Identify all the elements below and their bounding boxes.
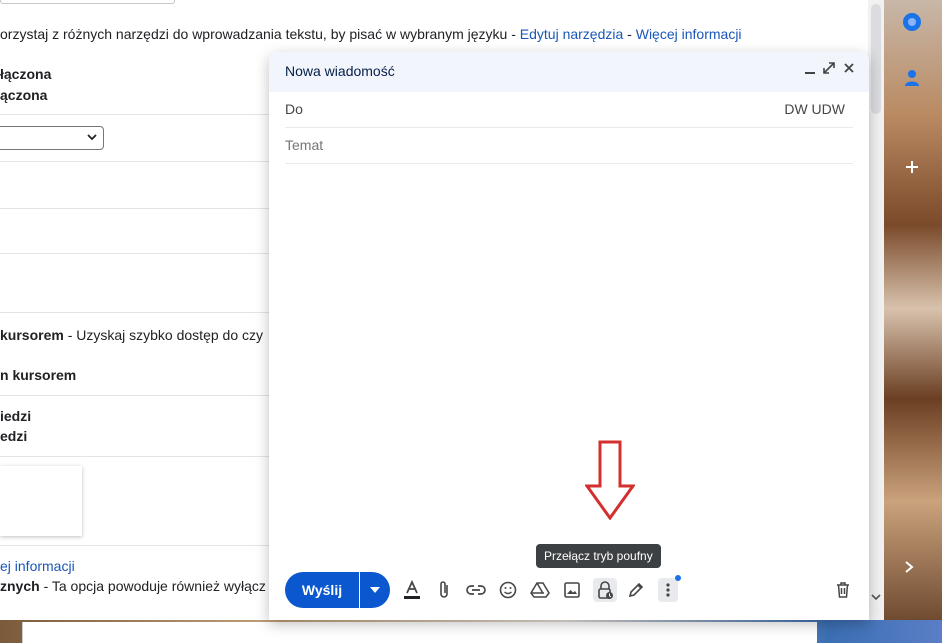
- drive-icon[interactable]: [529, 579, 551, 601]
- compose-header[interactable]: Nowa wiadomość: [269, 52, 869, 92]
- divider: [0, 456, 270, 457]
- signature-icon[interactable]: [625, 579, 647, 601]
- bottom-setting-label: znych: [0, 578, 40, 594]
- hover-actions-label: kursorem: [0, 327, 64, 343]
- subject-input[interactable]: Temat: [285, 137, 323, 153]
- send-button[interactable]: Wyślij: [285, 572, 359, 608]
- person-icon[interactable]: [902, 68, 922, 88]
- reply-option-1[interactable]: iedzi: [0, 408, 31, 424]
- edit-tools-link[interactable]: Edytuj narzędzia: [520, 26, 624, 42]
- photo-icon[interactable]: [561, 579, 583, 601]
- subject-field-row[interactable]: Temat: [285, 128, 853, 164]
- link-icon[interactable]: [465, 579, 487, 601]
- more-info-link-2[interactable]: ej informacji: [0, 558, 75, 574]
- scrollbar-thumb[interactable]: [871, 4, 881, 114]
- chevron-right-icon[interactable]: [904, 558, 914, 579]
- delete-icon[interactable]: [832, 579, 854, 601]
- divider: [0, 114, 270, 115]
- compose-window: Nowa wiadomość Do DW UDW Temat: [269, 52, 869, 620]
- divider: [0, 253, 270, 254]
- message-body[interactable]: [285, 164, 853, 554]
- settings-select[interactable]: [0, 126, 104, 150]
- option-off-label[interactable]: ączona: [0, 87, 47, 103]
- bottom-setting-desc: - Ta opcja powoduje również wyłącz: [39, 578, 266, 594]
- send-button-group: Wyślij: [285, 572, 390, 608]
- annotation-arrow: [585, 440, 635, 520]
- page-scrollbar[interactable]: [868, 0, 884, 620]
- divider: [0, 545, 270, 546]
- minimize-icon[interactable]: [801, 61, 819, 81]
- divider: [0, 395, 270, 396]
- hover-option[interactable]: n kursorem: [0, 367, 76, 383]
- more-info-link[interactable]: Więcej informacji: [636, 26, 742, 42]
- separator: -: [623, 26, 636, 42]
- notification-dot: [675, 575, 681, 581]
- confidential-mode-icon[interactable]: [593, 578, 617, 602]
- emoji-icon[interactable]: [497, 579, 519, 601]
- attach-icon[interactable]: [433, 579, 455, 601]
- preview-card: [0, 466, 82, 536]
- add-icon[interactable]: [902, 157, 922, 177]
- contacts-app-icon[interactable]: [902, 12, 922, 32]
- reply-option-2[interactable]: edzi: [0, 428, 27, 444]
- input-tools-row: orzystaj z różnych narzędzi do wprowadza…: [0, 26, 742, 42]
- close-icon[interactable]: [840, 61, 858, 81]
- to-field-row[interactable]: Do DW UDW: [285, 92, 853, 128]
- hover-actions-desc: - Uzyskaj szybko dostęp do czy: [63, 327, 263, 343]
- formatting-icon[interactable]: [401, 579, 423, 601]
- compose-title: Nowa wiadomość: [285, 63, 395, 79]
- confidential-tooltip: Przełącz tryb poufny: [536, 544, 661, 568]
- top-input-field[interactable]: [0, 0, 175, 4]
- divider: [0, 312, 270, 313]
- divider: [0, 208, 270, 209]
- bottom-setting-row: znych - Ta opcja powoduje również wyłącz: [0, 578, 266, 594]
- send-options-button[interactable]: [360, 572, 390, 608]
- cc-bcc-links[interactable]: DW UDW: [784, 101, 845, 117]
- input-tools-text: orzystaj z różnych narzędzi do wprowadza…: [0, 26, 520, 42]
- fullscreen-icon[interactable]: [820, 61, 838, 81]
- scroll-down-icon[interactable]: [871, 592, 881, 604]
- chevron-down-icon: [87, 130, 97, 144]
- option-on-label[interactable]: łączona: [0, 66, 51, 82]
- to-label: Do: [285, 101, 303, 117]
- divider: [0, 161, 270, 162]
- page-bottom-strip: [22, 622, 817, 643]
- hover-actions-row: kursorem - Uzyskaj szybko dostęp do czy: [0, 327, 263, 343]
- more-options-icon[interactable]: [658, 578, 678, 602]
